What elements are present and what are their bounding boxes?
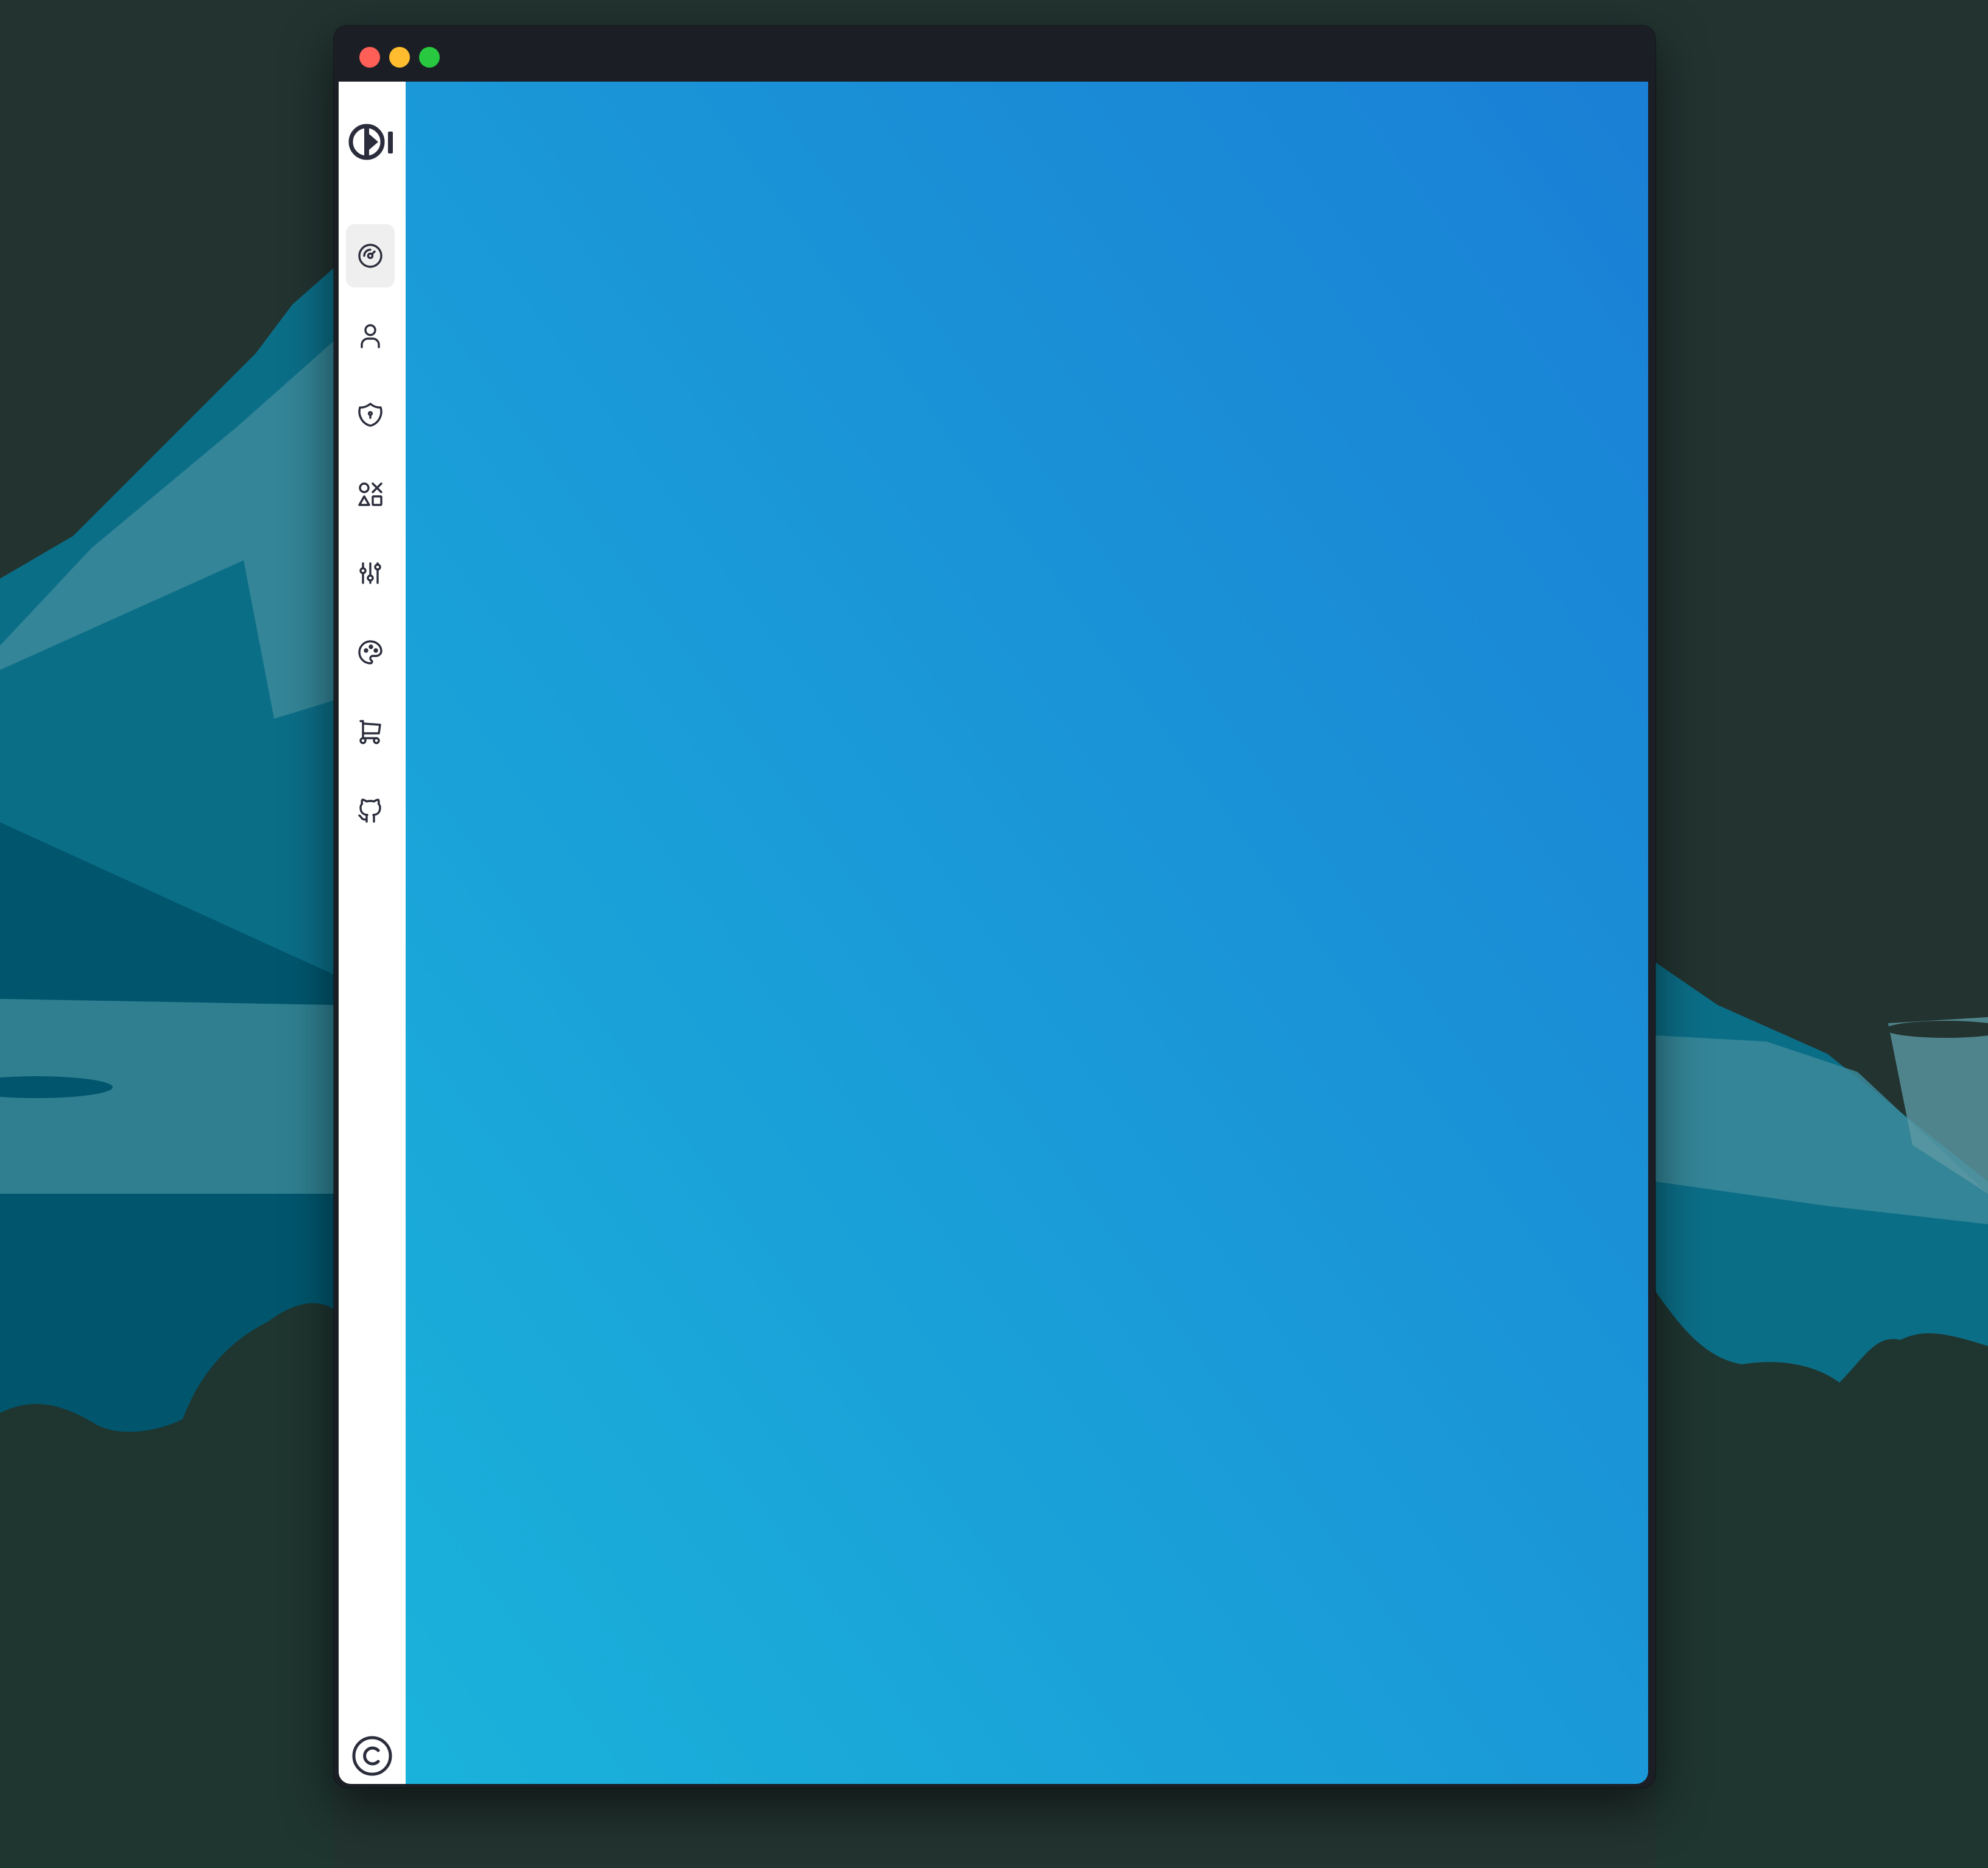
app-window — [334, 26, 1655, 1788]
sidebar-item-user[interactable] — [346, 305, 395, 368]
sidebar-item-security[interactable] — [346, 383, 395, 446]
maximize-window-button[interactable] — [419, 47, 440, 68]
sidebar-item-themes[interactable] — [346, 621, 395, 684]
adjustments-sliders-icon — [359, 562, 381, 584]
palette-icon — [358, 640, 382, 664]
dashboard-gauge-icon — [358, 244, 382, 268]
close-window-button[interactable] — [359, 47, 380, 68]
sidebar — [339, 82, 406, 1784]
shopping-cart-icon — [359, 720, 381, 744]
sidebar-item-components[interactable] — [346, 462, 395, 526]
sidebar-item-github[interactable] — [346, 779, 395, 842]
sidebar-item-shop[interactable] — [346, 700, 395, 764]
sidebar-item-dashboard[interactable] — [346, 224, 395, 287]
copyright-icon[interactable] — [351, 1735, 393, 1777]
brand-logo-icon[interactable] — [347, 122, 398, 162]
main-content-area — [406, 82, 1648, 1784]
minimize-window-button[interactable] — [389, 47, 410, 68]
sidebar-item-settings[interactable] — [346, 541, 395, 605]
shield-lock-icon — [358, 403, 382, 427]
window-titlebar — [334, 26, 1655, 82]
shapes-icon — [358, 482, 382, 506]
github-icon — [358, 798, 381, 823]
user-icon — [361, 324, 380, 348]
